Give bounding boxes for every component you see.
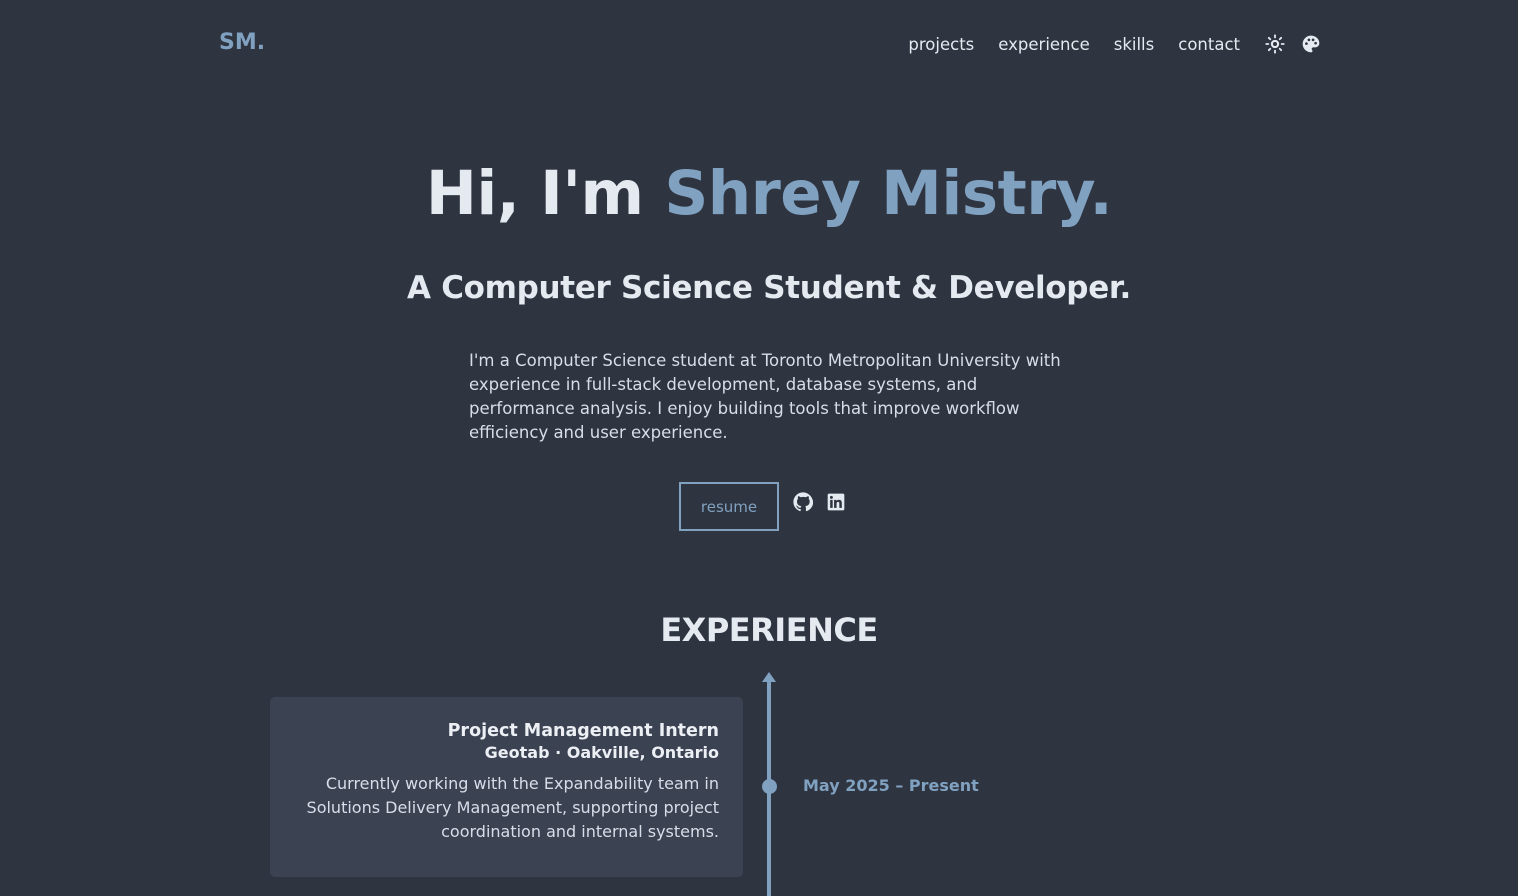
experience-card: Project Management Intern Geotab · Oakvi… (270, 697, 743, 877)
nav-icons (1264, 33, 1322, 55)
main-nav: projects experience skills contact (908, 33, 1322, 55)
experience-date: May 2025 – Present (803, 776, 979, 795)
resume-button[interactable]: resume (679, 482, 779, 531)
timeline-dot (762, 779, 777, 794)
experience-role: Project Management Intern (447, 721, 719, 741)
nav-link-experience[interactable]: experience (998, 35, 1089, 54)
hero-description: I'm a Computer Science student at Toront… (469, 351, 1061, 442)
experience-description: Currently working with the Expandability… (306, 774, 719, 841)
hero-actions: resume (679, 482, 846, 531)
nav-link-contact[interactable]: contact (1178, 35, 1240, 54)
hero-name: Shrey Mistry. (664, 158, 1113, 229)
nav-link-skills[interactable]: skills (1114, 35, 1155, 54)
hero-greeting: Hi, I'm (425, 158, 665, 229)
site-logo[interactable]: SM. (219, 30, 265, 55)
experience-section-title: EXPERIENCE (660, 611, 878, 649)
github-icon[interactable] (793, 492, 814, 516)
nav-link-projects[interactable]: projects (908, 35, 974, 54)
linkedin-icon[interactable] (826, 492, 846, 516)
hero-subtitle: A Computer Science Student & Developer. (407, 270, 1131, 306)
palette-icon[interactable] (1300, 33, 1322, 55)
social-links (793, 492, 846, 516)
hero-title: Hi, I'm Shrey Mistry. (0, 158, 1518, 229)
experience-company: Geotab · Oakville, Ontario (484, 743, 719, 762)
theme-toggle-icon[interactable] (1264, 33, 1286, 55)
